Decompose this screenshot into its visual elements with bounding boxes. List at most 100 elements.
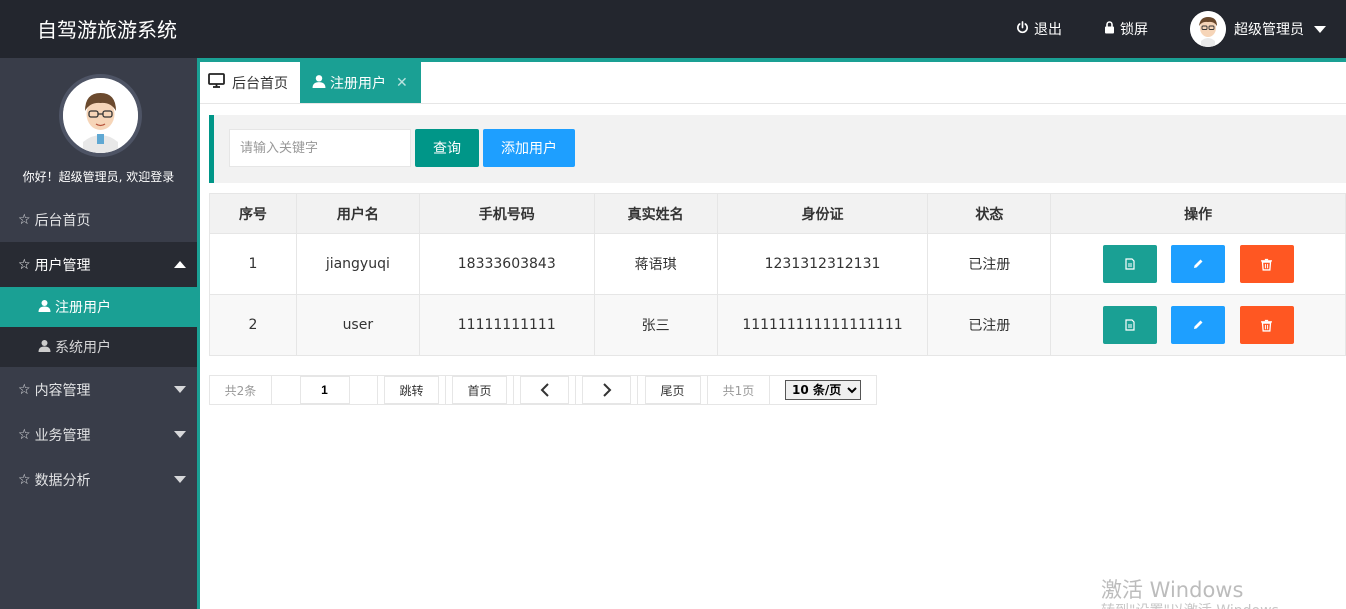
star-icon: ☆ (18, 381, 31, 398)
chevron-right-icon (602, 383, 611, 397)
first-page-button[interactable]: 首页 (452, 376, 507, 404)
column-header: 状态 (927, 193, 1052, 234)
tab-home[interactable]: 后台首页 (200, 62, 300, 103)
sidebar-accent-edge (197, 58, 200, 609)
edit-button[interactable] (1171, 245, 1226, 283)
cell-idcard: 111111111111111111 (716, 294, 929, 356)
edit-button[interactable] (1171, 306, 1226, 344)
sidebar-item-home[interactable]: ☆ 后台首页 (0, 197, 197, 242)
table-header-row: 序号 用户名 手机号码 真实姓名 身份证 状态 操作 (209, 193, 1346, 234)
logout-label: 退出 (1034, 22, 1062, 38)
sidebar-item-user-management[interactable]: ☆ 用户管理 (0, 242, 197, 287)
sidebar-subitem-registered-users[interactable]: 注册用户 (0, 287, 197, 327)
cell-actions (1050, 294, 1346, 356)
top-header: 自驾游旅游系统 退出 锁屏 超级管理员 (0, 0, 1346, 58)
column-header: 身份证 (716, 193, 929, 234)
view-button[interactable] (1102, 306, 1157, 344)
pagination: 共2条 跳转 首页 尾页 共1页 10 条/页 (209, 375, 877, 405)
chevron-up-icon (174, 261, 186, 268)
windows-activation-subtext: 转到"设置"以激活 Windows。 (1101, 600, 1293, 609)
monitor-icon (208, 73, 225, 92)
table-row: 2 user 11111111111 张三 111111111111111111… (209, 294, 1346, 356)
last-page-button[interactable]: 尾页 (644, 376, 701, 404)
chevron-down-icon (1314, 25, 1326, 33)
next-page-button[interactable] (582, 376, 631, 404)
sidebar: 你好！超级管理员, 欢迎登录 ☆ 后台首页 ☆ 用户管理 注册用户 系统用户 ☆… (0, 58, 197, 609)
cell-username: user (295, 294, 420, 356)
pager-jump-wrap: 跳转 (378, 376, 446, 404)
trash-icon (1261, 319, 1273, 332)
delete-button[interactable] (1239, 245, 1294, 283)
header-actions: 退出 锁屏 超级管理员 (1016, 0, 1346, 58)
user-name: 超级管理员 (1234, 22, 1304, 38)
sidebar-item-data-analysis[interactable]: ☆ 数据分析 (0, 457, 197, 502)
app-title: 自驾游旅游系统 (37, 18, 177, 42)
star-icon: ☆ (18, 426, 31, 443)
pager-pages: 共1页 (708, 376, 770, 404)
sidebar-subitem-system-users[interactable]: 系统用户 (0, 327, 197, 367)
column-header: 用户名 (295, 193, 420, 234)
lock-label: 锁屏 (1120, 22, 1148, 38)
cell-realname: 蒋语琪 (593, 233, 718, 295)
document-icon (1125, 319, 1135, 331)
cell-phone: 18333603843 (418, 233, 595, 295)
cell-actions (1050, 233, 1346, 295)
query-button[interactable]: 查询 (415, 129, 479, 167)
pager-total: 共2条 (210, 376, 272, 404)
user-menu[interactable]: 超级管理员 (1190, 11, 1326, 47)
sidebar-item-label: 后台首页 (34, 212, 91, 229)
sidebar-item-label: 内容管理 (34, 382, 91, 399)
column-header: 真实姓名 (593, 193, 718, 234)
profile-avatar (59, 74, 142, 157)
lock-screen-button[interactable]: 锁屏 (1104, 19, 1148, 39)
view-button[interactable] (1102, 245, 1157, 283)
pencil-icon (1194, 259, 1203, 268)
search-toolbar: 查询 添加用户 (209, 115, 1346, 183)
star-icon: ☆ (18, 471, 31, 488)
table-row: 1 jiangyuqi 18333603843 蒋语琪 123131231213… (209, 233, 1346, 295)
cell-index: 1 (209, 233, 297, 295)
cell-status: 已注册 (927, 294, 1052, 356)
star-icon: ☆ (18, 211, 31, 228)
sidebar-item-business-management[interactable]: ☆ 业务管理 (0, 412, 197, 457)
sidebar-item-label: 业务管理 (34, 427, 91, 444)
cell-status: 已注册 (927, 233, 1052, 295)
column-header: 操作 (1050, 193, 1346, 234)
column-header: 手机号码 (418, 193, 595, 234)
logout-button[interactable]: 退出 (1016, 19, 1062, 39)
cell-phone: 11111111111 (418, 294, 595, 356)
pager-size-wrap: 10 条/页 (770, 376, 876, 404)
chevron-down-icon (174, 431, 186, 438)
pager-next-wrap (576, 376, 638, 404)
trash-icon (1261, 258, 1273, 271)
prev-page-button[interactable] (520, 376, 569, 404)
sidebar-item-label: 用户管理 (34, 257, 91, 274)
star-icon: ☆ (18, 256, 31, 273)
pager-last-wrap: 尾页 (638, 376, 708, 404)
power-icon (1016, 20, 1029, 38)
delete-button[interactable] (1239, 306, 1294, 344)
lock-icon (1104, 20, 1115, 38)
pager-first-wrap: 首页 (446, 376, 514, 404)
close-icon[interactable]: ✕ (396, 75, 408, 91)
sidebar-item-content-management[interactable]: ☆ 内容管理 (0, 367, 197, 412)
add-user-button[interactable]: 添加用户 (483, 129, 575, 167)
column-header: 序号 (209, 193, 297, 234)
jump-button[interactable]: 跳转 (384, 376, 439, 404)
tab-label: 后台首页 (232, 75, 288, 92)
tab-registered-users[interactable]: 注册用户 ✕ (300, 62, 421, 103)
document-icon (1125, 258, 1135, 270)
page-number-input[interactable] (299, 376, 350, 404)
search-input[interactable] (229, 129, 411, 167)
page-size-select[interactable]: 10 条/页 (785, 380, 861, 400)
sidebar-item-label: 数据分析 (34, 472, 91, 489)
cell-realname: 张三 (593, 294, 718, 356)
user-icon (38, 339, 51, 356)
chevron-down-icon (174, 386, 186, 393)
users-table: 序号 用户名 手机号码 真实姓名 身份证 状态 操作 1 jiangyuqi 1… (209, 193, 1346, 356)
tab-bar: 后台首页 注册用户 ✕ (200, 62, 1346, 104)
welcome-text: 你好！超级管理员, 欢迎登录 (22, 170, 175, 184)
sidebar-item-label: 注册用户 (55, 300, 111, 316)
cell-idcard: 1231312312131 (716, 233, 929, 295)
tab-label: 注册用户 (330, 75, 386, 92)
